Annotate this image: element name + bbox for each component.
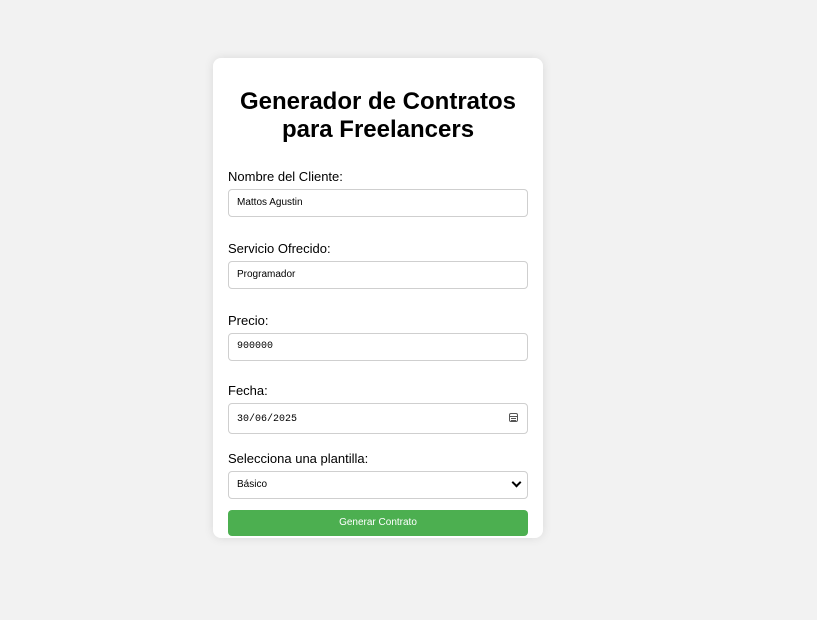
template-label: Selecciona una plantilla: [228, 451, 369, 466]
template-selected-value: Básico [237, 479, 268, 490]
service-input[interactable]: Programador [228, 261, 528, 289]
template-select[interactable]: Básico [228, 471, 528, 499]
template-field-group: Selecciona una plantilla: Básico [228, 451, 528, 499]
date-label: Fecha: [228, 383, 268, 398]
contract-form-card: Generador de Contratos para Freelancers … [213, 58, 543, 538]
date-value: 30/06/2025 [237, 414, 298, 425]
chevron-down-icon [511, 477, 522, 488]
service-field-group: Servicio Ofrecido: Programador [228, 241, 528, 289]
client-field-group: Nombre del Cliente: Mattos Agustin [228, 169, 528, 217]
price-label: Precio: [228, 313, 269, 328]
client-label: Nombre del Cliente: [228, 169, 343, 184]
date-field-group: Fecha: 30/06/2025 [228, 383, 528, 434]
price-field-group: Precio: 900000 [228, 313, 528, 361]
service-label: Servicio Ofrecido: [228, 241, 331, 256]
date-input[interactable]: 30/06/2025 [228, 403, 528, 434]
price-input[interactable]: 900000 [228, 333, 528, 361]
generate-contract-button[interactable]: Generar Contrato [228, 510, 528, 536]
calendar-icon[interactable] [509, 413, 518, 422]
page-title: Generador de Contratos para Freelancers [228, 88, 528, 144]
client-name-input[interactable]: Mattos Agustin [228, 189, 528, 217]
title-line-2: para Freelancers [281, 116, 475, 143]
title-line-1: Generador de Contratos [239, 88, 517, 115]
